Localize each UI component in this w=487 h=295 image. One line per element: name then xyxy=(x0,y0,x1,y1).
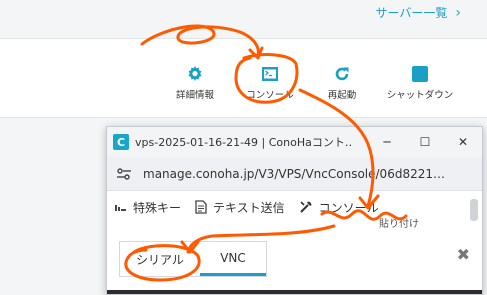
tab-serial[interactable]: シリアル xyxy=(120,242,200,276)
console-screen-edge xyxy=(107,290,482,294)
text-send-menu[interactable]: テキスト送信 xyxy=(195,199,285,216)
site-settings-icon[interactable] xyxy=(115,165,133,183)
tools-icon xyxy=(299,201,311,213)
console-menu[interactable]: コンソール xyxy=(299,199,379,216)
conoha-app-icon: C xyxy=(113,134,129,150)
detail-info-button[interactable]: 詳細情報 xyxy=(170,65,220,101)
keyboard-icon xyxy=(115,205,126,211)
close-window-button[interactable]: ✕ xyxy=(444,127,482,157)
maximize-button[interactable]: ☐ xyxy=(406,127,444,157)
document-icon xyxy=(195,200,207,214)
minimize-button[interactable]: ─ xyxy=(368,127,406,157)
restart-button[interactable]: 再起動 xyxy=(322,65,362,101)
detail-info-label: 詳細情報 xyxy=(175,90,214,101)
popup-title: vps-2025-01-16-21-49 | ConoHaコント… xyxy=(135,136,353,149)
address-bar[interactable]: manage.conoha.jp/V3/VPS/VncConsole/06d82… xyxy=(107,157,482,191)
server-action-toolbar: 詳細情報 コンソール 再起動 シャットダウン xyxy=(0,38,487,118)
shutdown-icon xyxy=(412,65,428,83)
gear-icon xyxy=(187,65,203,83)
console-type-tabs: シリアル VNC xyxy=(119,241,267,277)
popup-titlebar[interactable]: C vps-2025-01-16-21-49 | ConoHaコント… ─ ☐ … xyxy=(107,127,482,157)
chevron-right-icon: › xyxy=(455,4,461,21)
shutdown-button[interactable]: シャットダウン xyxy=(380,65,460,101)
console-tabs-area: シリアル VNC ✖ xyxy=(107,235,482,294)
special-keys-label: 特殊キー xyxy=(133,200,182,215)
special-keys-menu[interactable]: 特殊キー xyxy=(115,199,181,216)
server-list-link[interactable]: サーバー一覧 › xyxy=(376,4,462,21)
console-label: コンソール xyxy=(246,90,294,101)
restart-label: 再起動 xyxy=(327,90,357,101)
tab-vnc[interactable]: VNC xyxy=(200,242,266,276)
server-list-label: サーバー一覧 xyxy=(375,6,448,20)
console-button[interactable]: コンソール xyxy=(246,65,294,101)
console-icon xyxy=(262,65,278,83)
restart-icon xyxy=(334,65,350,83)
console-menu-label: コンソール xyxy=(318,200,379,215)
url-text: manage.conoha.jp/V3/VPS/VncConsole/06d82… xyxy=(143,166,445,181)
text-send-label: テキスト送信 xyxy=(213,200,285,215)
shutdown-label: シャットダウン xyxy=(386,90,454,101)
scrollbar-thumb[interactable] xyxy=(470,199,478,221)
vnc-console-popup-window: C vps-2025-01-16-21-49 | ConoHaコント… ─ ☐ … xyxy=(106,126,483,295)
close-console-icon[interactable]: ✖ xyxy=(457,245,470,264)
console-menubar: 特殊キー テキスト送信 コンソール 貼り付け xyxy=(107,191,482,230)
paste-menu-item[interactable]: 貼り付け xyxy=(379,215,419,230)
